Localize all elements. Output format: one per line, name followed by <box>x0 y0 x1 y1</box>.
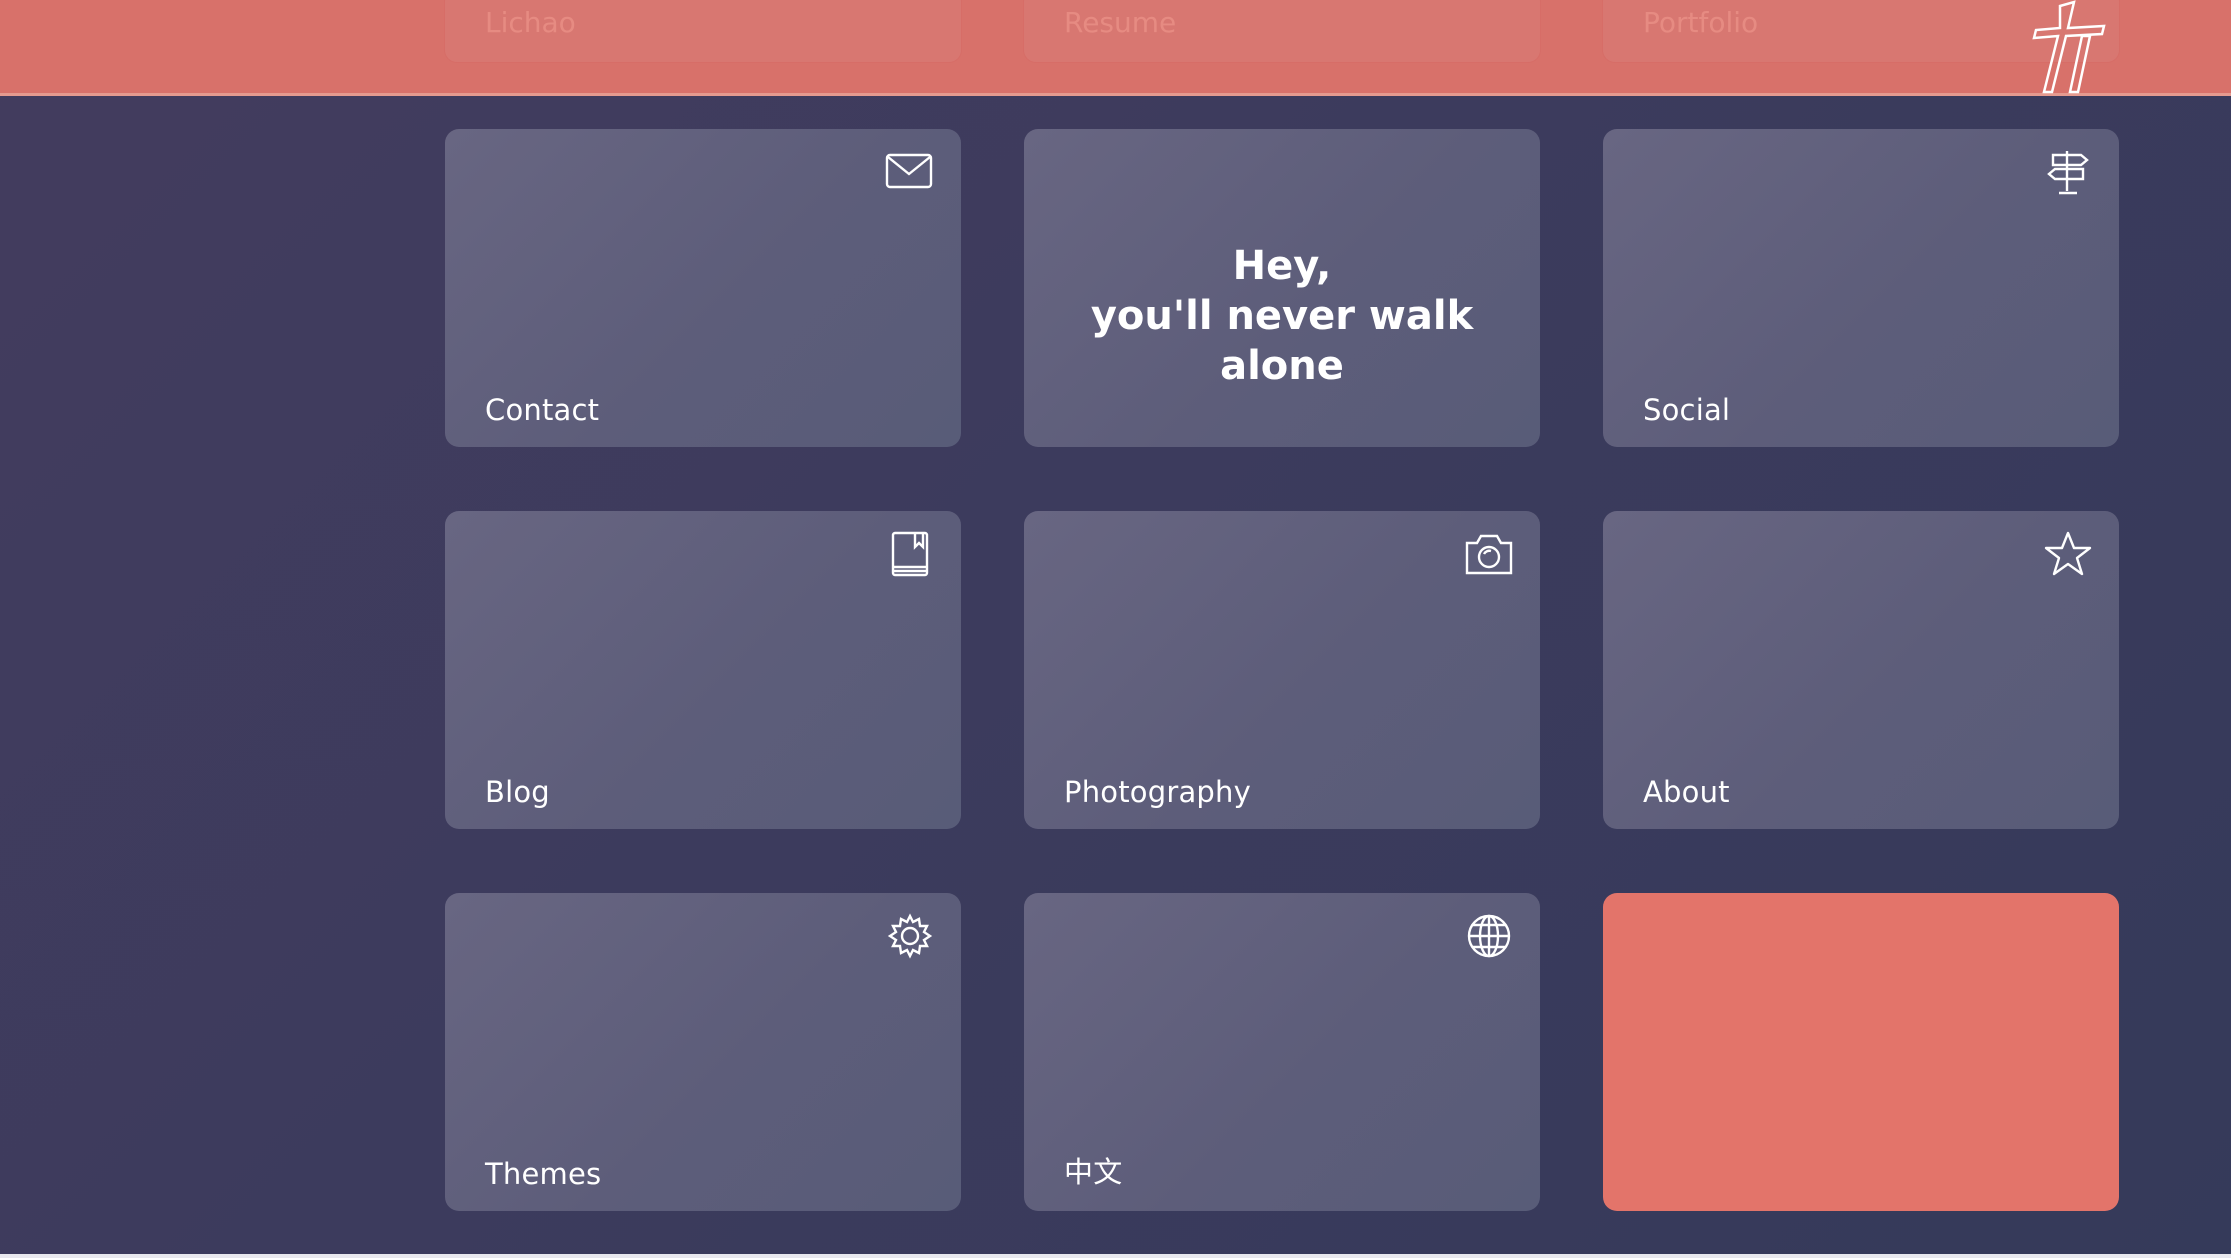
signpost-icon <box>2043 149 2093 195</box>
photography-tile[interactable]: Photography <box>1024 511 1540 829</box>
globe-icon <box>1464 913 1514 959</box>
blog-tile[interactable]: Blog <box>445 511 961 829</box>
blog-label: Blog <box>485 775 550 809</box>
logo-icon[interactable] <box>2030 0 2110 94</box>
camera-icon <box>1464 531 1514 577</box>
envelope-icon <box>885 149 935 195</box>
language-tile[interactable]: 中文 <box>1024 893 1540 1211</box>
accent-tile[interactable] <box>1603 893 2119 1211</box>
tab-label: Portfolio <box>1643 6 1759 39</box>
tab-label: Lichao <box>485 6 576 39</box>
social-label: Social <box>1643 393 1731 427</box>
gear-icon <box>885 913 935 959</box>
book-icon <box>885 531 935 577</box>
tab-lichao[interactable]: Lichao <box>445 0 961 62</box>
star-icon <box>2043 531 2093 577</box>
greeting-line-1: Hey, <box>1232 243 1332 289</box>
top-navigation-bar: Lichao Resume Portfolio <box>0 0 2231 96</box>
greeting-line-2: you'll never walk alone <box>1090 293 1474 389</box>
tab-resume[interactable]: Resume <box>1024 0 1540 62</box>
contact-label: Contact <box>485 393 600 427</box>
tab-label: Resume <box>1064 6 1177 39</box>
photography-label: Photography <box>1064 775 1251 809</box>
bottom-divider <box>0 1254 2231 1258</box>
themes-label: Themes <box>485 1157 602 1191</box>
about-tile[interactable]: About <box>1603 511 2119 829</box>
themes-tile[interactable]: Themes <box>445 893 961 1211</box>
social-tile[interactable]: Social <box>1603 129 2119 447</box>
language-label: 中文 <box>1064 1155 1123 1189</box>
greeting-tile: Hey, you'll never walk alone <box>1024 129 1540 447</box>
about-label: About <box>1643 775 1730 809</box>
greeting-text: Hey, you'll never walk alone <box>1024 241 1540 391</box>
contact-tile[interactable]: Contact <box>445 129 961 447</box>
